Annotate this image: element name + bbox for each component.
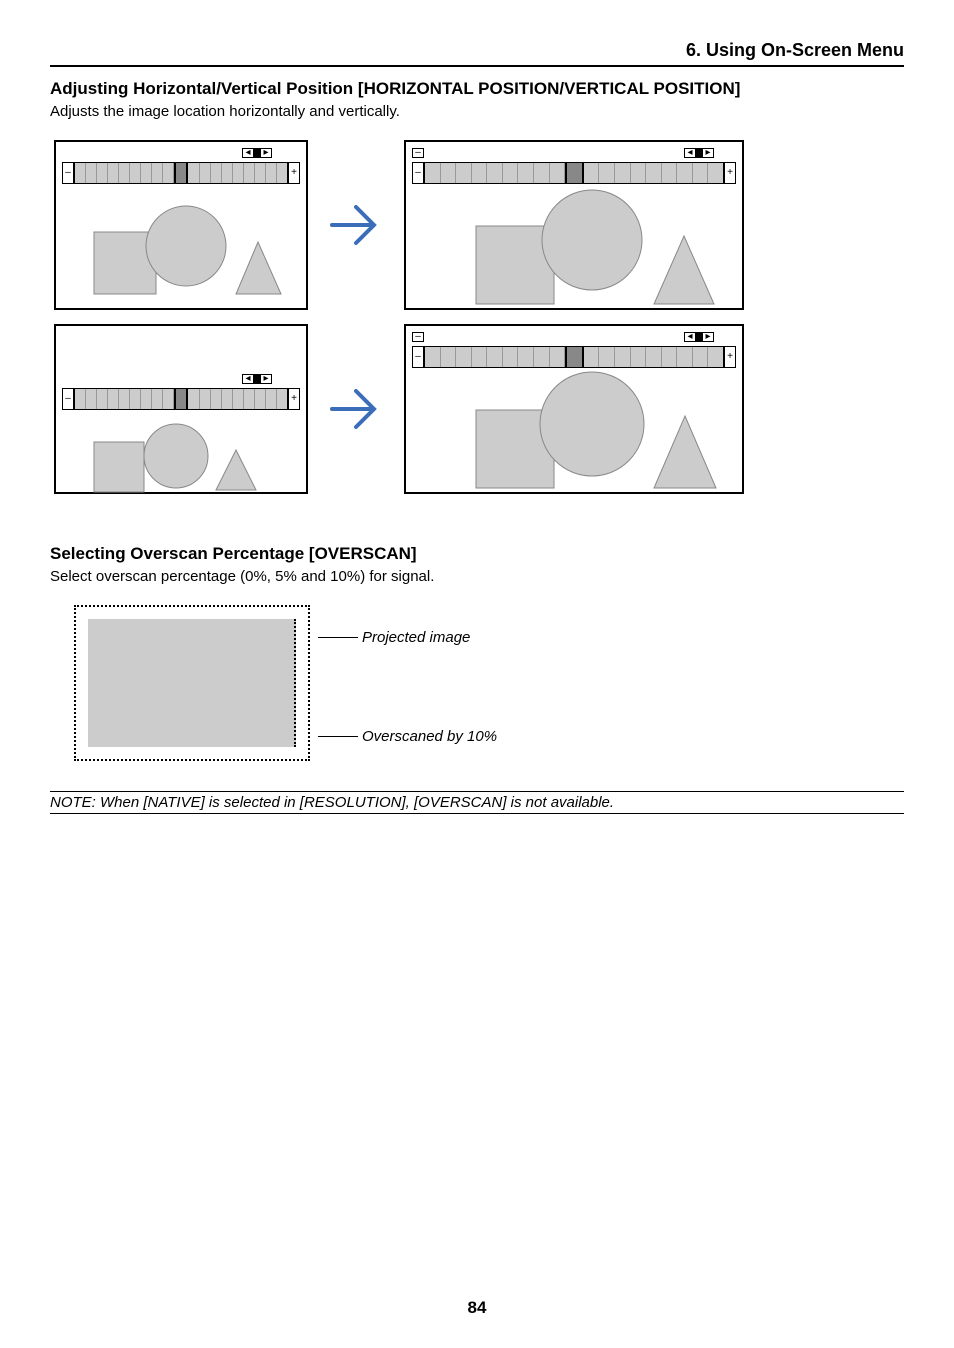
slider-track: [424, 162, 724, 184]
callout-line-icon: [318, 637, 358, 638]
page-content: 6. Using On-Screen Menu Adjusting Horizo…: [0, 0, 954, 854]
slider-left-icon: ◂: [242, 148, 254, 158]
diagram-before-vertical: ◂ ▸ – +: [54, 324, 308, 494]
plus-icon: +: [724, 162, 736, 184]
minus-icon: –: [412, 346, 424, 368]
diagram-before-horizontal: ◂ ▸ – +: [54, 140, 308, 310]
overscan-outer-dashed: [74, 605, 310, 761]
slider-left-icon: ◂: [684, 332, 696, 342]
slider-left-icon: ◂: [242, 374, 254, 384]
plus-icon: +: [724, 346, 736, 368]
slider-track: [74, 388, 288, 410]
chapter-header: 6. Using On-Screen Menu: [50, 40, 904, 65]
page-number: 84: [0, 1298, 954, 1318]
shapes-sct-icon: [466, 188, 726, 308]
slider-right-icon: ▸: [260, 374, 272, 384]
minus-icon: –: [412, 148, 424, 158]
slider-track: [424, 346, 724, 368]
slider-right-icon: ▸: [702, 332, 714, 342]
section-body-2: Select overscan percentage (0%, 5% and 1…: [50, 568, 904, 585]
diagram-row-vertical: ◂ ▸ – + –: [54, 324, 904, 494]
callout-line-icon: [318, 736, 358, 737]
section-heading-2: Selecting Overscan Percentage [OVERSCAN]: [50, 544, 904, 564]
shapes-sct-icon: [466, 368, 726, 494]
plus-icon: +: [288, 162, 300, 184]
overscan-figure: Projected image Overscaned by 10%: [74, 605, 904, 761]
overscan-labels: Projected image Overscaned by 10%: [318, 605, 497, 761]
arrow-right-icon: [326, 195, 386, 255]
slider-right-icon: ▸: [702, 148, 714, 158]
overscan-label-10pct: Overscaned by 10%: [362, 728, 497, 745]
diagram-after-vertical: – ◂ ▸ – +: [404, 324, 744, 494]
slider-track: [74, 162, 288, 184]
minus-icon: –: [62, 388, 74, 410]
shapes-sct-icon: [86, 202, 286, 312]
plus-icon: +: [288, 388, 300, 410]
slider-right-icon: ▸: [260, 148, 272, 158]
minus-icon: –: [412, 332, 424, 342]
shapes-sct-icon: [86, 422, 286, 502]
minus-icon: –: [412, 162, 424, 184]
overscan-label-projected: Projected image: [362, 629, 470, 646]
section-heading-1: Adjusting Horizontal/Vertical Position […: [50, 79, 904, 99]
diagram-after-horizontal: – ◂ ▸ – +: [404, 140, 744, 310]
note-text: NOTE: When [NATIVE] is selected in [RESO…: [50, 791, 904, 814]
slider-left-icon: ◂: [684, 148, 696, 158]
minus-icon: –: [62, 162, 74, 184]
chapter-header-rule: 6. Using On-Screen Menu: [50, 40, 904, 67]
arrow-right-icon: [326, 379, 386, 439]
section-body-1: Adjusts the image location horizontally …: [50, 103, 904, 120]
overscan-inner-gray: [88, 619, 296, 747]
diagram-row-horizontal: ◂ ▸ – + –: [54, 140, 904, 310]
